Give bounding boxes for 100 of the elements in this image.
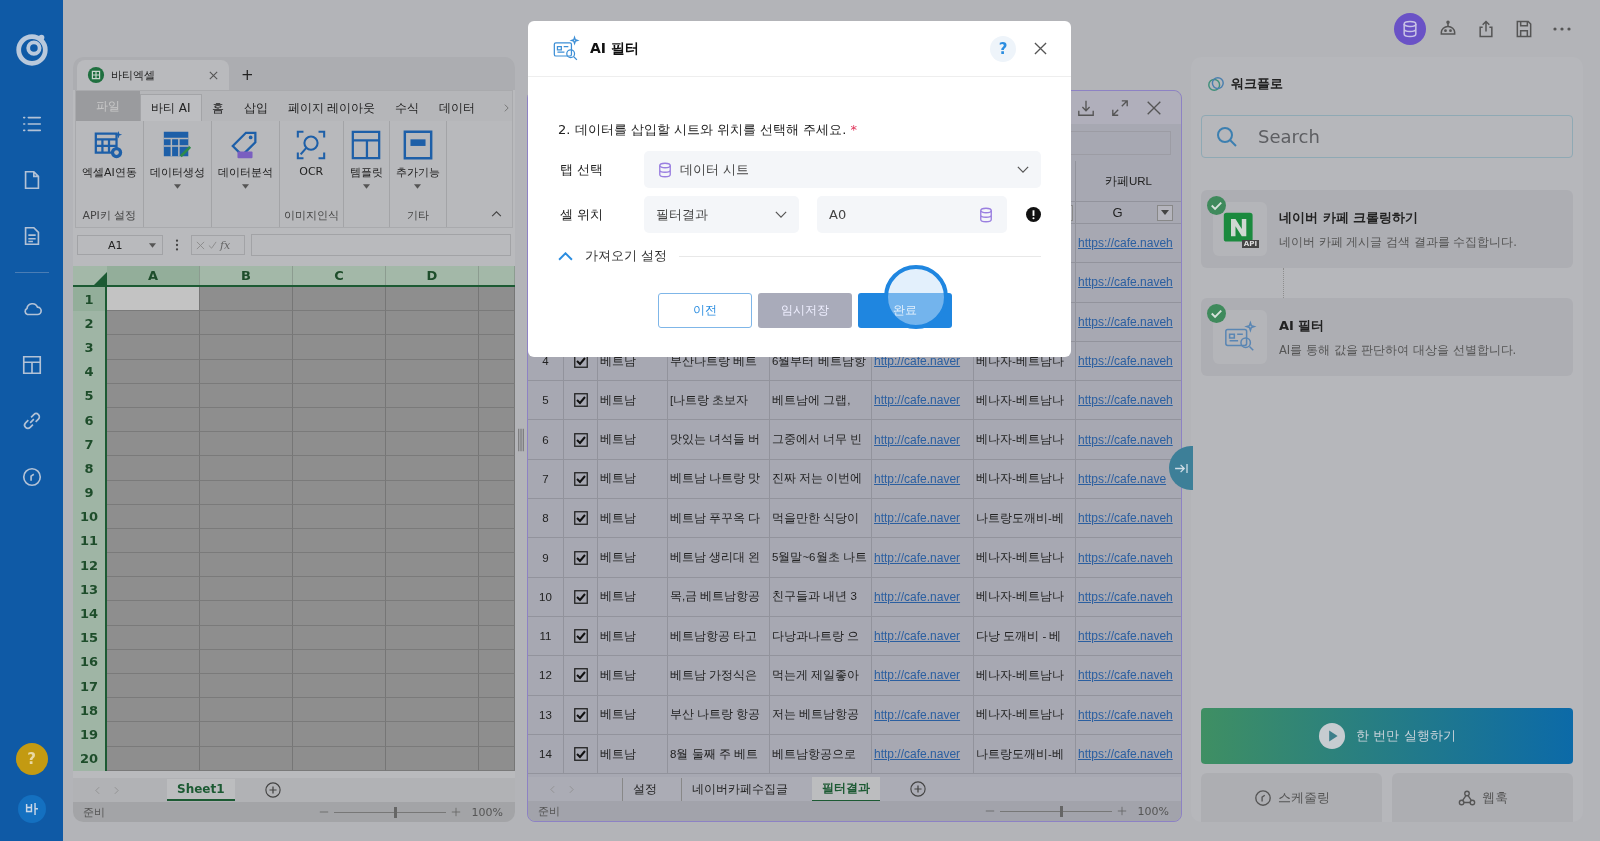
grid-cell[interactable] <box>200 311 293 336</box>
grid-cell[interactable] <box>386 504 479 529</box>
cell-link[interactable]: http://cafe.naver <box>874 354 961 369</box>
grid-cell[interactable] <box>386 359 479 384</box>
collapse-panel-button[interactable] <box>1169 446 1193 490</box>
grid-cell[interactable] <box>200 504 293 529</box>
row-header[interactable]: 5 <box>73 383 107 408</box>
help-button[interactable]: ? <box>990 35 1016 62</box>
grid-cell[interactable] <box>200 528 293 554</box>
add-sheet-icon[interactable] <box>910 781 926 797</box>
row-header[interactable]: 3 <box>73 335 107 360</box>
cancel-icon[interactable] <box>196 240 205 250</box>
grid-cell[interactable] <box>479 359 515 384</box>
grid-cell[interactable] <box>479 722 515 747</box>
row-header[interactable]: 2 <box>73 311 107 336</box>
grid-cell[interactable] <box>479 432 515 457</box>
grid-cell[interactable] <box>386 553 479 578</box>
close-icon[interactable] <box>208 69 219 81</box>
grid-cell[interactable] <box>386 480 479 505</box>
grid-cell[interactable] <box>479 674 515 699</box>
grid-cell[interactable] <box>479 698 515 723</box>
grid-cell[interactable] <box>107 601 200 626</box>
grid-cell[interactable] <box>200 335 293 360</box>
checkbox[interactable] <box>573 432 588 447</box>
cell-link[interactable]: https://cafe.nave <box>1078 471 1167 486</box>
grid-cell[interactable] <box>107 553 200 578</box>
filter-dropdown[interactable] <box>1157 204 1173 221</box>
ribbon-button[interactable]: 데이터생성 <box>147 127 207 191</box>
info-icon[interactable] <box>1026 207 1041 222</box>
grid-cell[interactable] <box>200 577 293 602</box>
grid-cell[interactable] <box>479 456 515 481</box>
search-field[interactable]: Search <box>1201 115 1573 158</box>
scroll-right-icon[interactable] <box>503 103 510 113</box>
grid-cell[interactable] <box>107 746 200 771</box>
checkbox[interactable] <box>573 550 588 565</box>
checkbox[interactable] <box>573 589 588 604</box>
grid-cell[interactable] <box>293 722 386 747</box>
grid-cell[interactable] <box>107 722 200 747</box>
grid-cell[interactable] <box>107 456 200 481</box>
cell-input[interactable]: A0 <box>817 196 1007 233</box>
grid-cell[interactable] <box>293 359 386 384</box>
row-header[interactable]: 10 <box>73 504 107 529</box>
sheet-tab[interactable]: 네이버카페수집글 <box>681 777 798 801</box>
cell-link[interactable]: http://cafe.naver <box>874 589 961 604</box>
workflow-step-card[interactable]: AI 필터 AI를 통해 값을 판단하여 대상을 선별합니다. <box>1201 298 1573 376</box>
grid-cell[interactable] <box>479 287 515 312</box>
column-header[interactable]: C <box>293 266 386 285</box>
grid-cell[interactable] <box>386 407 479 433</box>
ribbon-tab[interactable]: 데이터 <box>429 95 486 121</box>
grid-cell[interactable] <box>479 577 515 602</box>
layout-icon[interactable] <box>20 354 43 376</box>
checkbox[interactable] <box>573 511 588 526</box>
run-once-button[interactable]: 한 번만 실행하기 <box>1201 708 1573 764</box>
sheet-select[interactable]: 필터결과 <box>644 196 799 233</box>
cell-link[interactable]: http://cafe.naver <box>874 471 961 486</box>
grid-cell[interactable] <box>479 480 515 505</box>
checkbox[interactable] <box>573 471 588 486</box>
grid-cell[interactable] <box>200 601 293 626</box>
add-tab-button[interactable]: + <box>241 66 254 84</box>
cell-link[interactable]: https://cafe.naveh <box>1078 354 1173 369</box>
grid-cell[interactable] <box>107 335 200 360</box>
cell-link[interactable]: http://cafe.naver <box>874 432 961 447</box>
cell-link[interactable]: http://cafe.naver <box>874 629 961 644</box>
grid-cell[interactable] <box>293 504 386 529</box>
checkbox[interactable] <box>573 668 588 683</box>
import-settings-toggle[interactable]: 가져오기 설정 <box>558 247 668 265</box>
row-header[interactable]: 9 <box>73 480 107 505</box>
column-header[interactable]: D <box>386 266 479 285</box>
cell-link[interactable]: https://cafe.naveh <box>1078 432 1173 447</box>
webhook-button[interactable]: 웹훅 <box>1392 773 1573 822</box>
ribbon-tab[interactable]: 페이지 레이아웃 <box>277 95 386 121</box>
grid-cell[interactable] <box>293 553 386 578</box>
grid-cell[interactable] <box>200 722 293 747</box>
cell-link[interactable]: https://cafe.naveh <box>1078 393 1173 408</box>
grid-cell[interactable] <box>293 625 386 650</box>
grid-cell[interactable] <box>293 383 386 408</box>
grid-cell[interactable] <box>386 746 479 771</box>
grid-cell[interactable] <box>107 674 200 699</box>
row-header[interactable]: 6 <box>73 407 107 433</box>
grid-cell[interactable] <box>200 649 293 674</box>
grid-cell[interactable] <box>479 311 515 336</box>
grid-cell[interactable] <box>479 601 515 626</box>
cell-link[interactable]: http://cafe.naver <box>874 393 961 408</box>
grid-cell[interactable] <box>293 649 386 674</box>
cell-link[interactable]: https://cafe.naveh <box>1078 314 1173 329</box>
schedule-button[interactable]: 스케줄링 <box>1201 773 1382 822</box>
grid-cell[interactable] <box>200 746 293 771</box>
sheet-tab[interactable]: Sheet1 <box>167 779 235 801</box>
column-header[interactable]: B <box>200 266 293 285</box>
grid-cell[interactable] <box>386 383 479 408</box>
grid-cell[interactable] <box>386 674 479 699</box>
grid-cell[interactable] <box>386 601 479 626</box>
grid-cell[interactable] <box>386 528 479 554</box>
ribbon-tab[interactable]: 바티 AI <box>140 94 202 121</box>
grid-cell[interactable] <box>293 311 386 336</box>
ribbon-button[interactable]: OCR <box>293 127 330 180</box>
grid-cell[interactable] <box>479 625 515 650</box>
ribbon-tab[interactable]: 수식 <box>385 95 430 121</box>
cell-link[interactable]: https://cafe.naveh <box>1078 275 1173 290</box>
column-header[interactable]: G <box>1078 205 1157 220</box>
